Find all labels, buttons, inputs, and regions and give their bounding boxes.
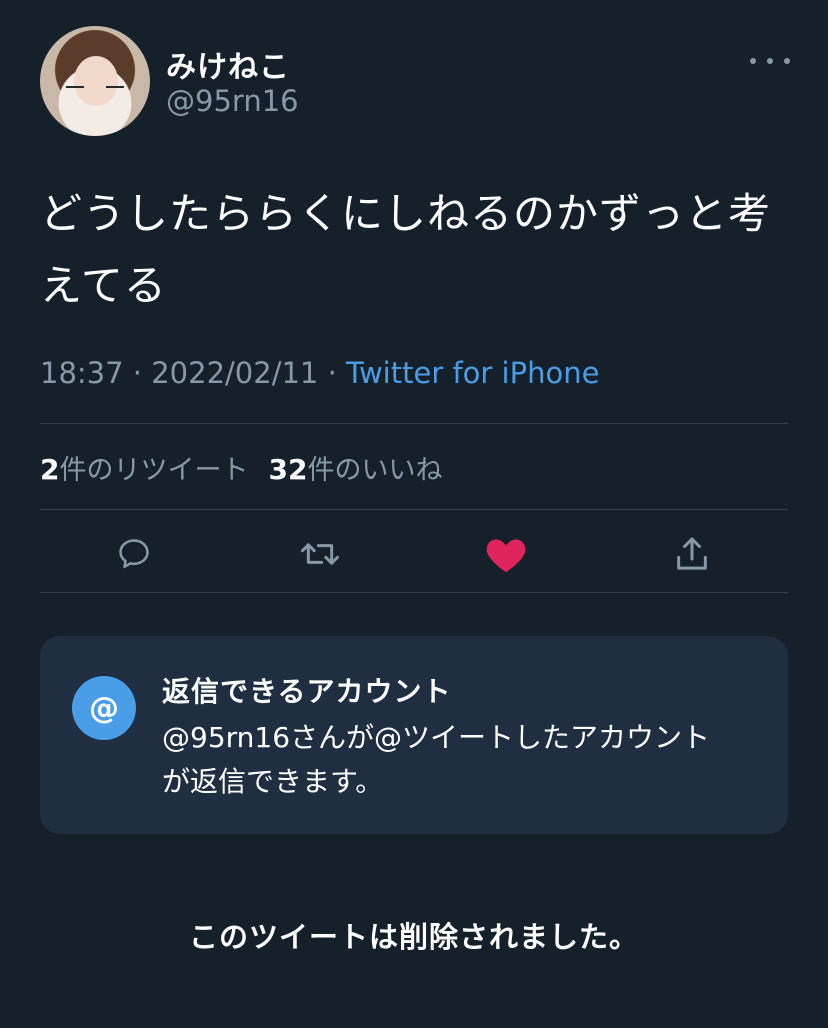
reply-restriction-line: @95rn16さんが@ツイートしたアカウント <box>162 721 711 754</box>
retweets-stat[interactable]: 2件のリツイート <box>40 453 249 486</box>
reply-button[interactable] <box>110 530 158 578</box>
avatar-whisker <box>66 86 84 88</box>
deleted-tweet-notice: このツイートは削除されました。 <box>188 920 639 954</box>
likes-count: 32 <box>268 453 308 486</box>
reply-restriction-line: が返信できます。 <box>162 765 384 798</box>
tweet-text-line: どうしたららくにしねるのかずっと考 <box>40 189 772 238</box>
tweet-text-line: えてる <box>40 261 167 310</box>
avatar[interactable] <box>40 26 150 136</box>
share-button[interactable] <box>668 530 716 578</box>
tweet-meta: 18:37 · 2022/02/11 · Twitter for iPhone <box>40 356 599 390</box>
avatar-whisker <box>106 86 124 88</box>
retweets-count: 2 <box>40 453 60 486</box>
retweets-label: 件のリツイート <box>59 455 249 486</box>
tweet-date: 2022/02/11 <box>151 356 319 390</box>
display-name[interactable]: みけねこ <box>166 42 290 86</box>
share-icon <box>677 537 707 570</box>
tweet-detail-screen: みけねこ @95rn16 どうしたららくにしねるのかずっと考 えてる 18:37 … <box>0 0 828 1028</box>
reply-restriction-description: @95rn16さんが@ツイートしたアカウント が返信できます。 <box>162 716 762 804</box>
reply-icon <box>119 539 149 569</box>
reply-restriction-card: @ 返信できるアカウント @95rn16さんが@ツイートしたアカウント が返信で… <box>40 636 788 834</box>
more-options-button[interactable] <box>748 48 792 74</box>
divider <box>40 509 788 510</box>
meta-separator: · <box>327 356 337 390</box>
like-button[interactable] <box>482 530 530 578</box>
more-dot-icon <box>767 58 773 64</box>
divider <box>40 592 788 593</box>
meta-separator: · <box>132 356 143 390</box>
retweet-icon <box>301 543 339 565</box>
divider <box>40 423 788 424</box>
user-handle[interactable]: @95rn16 <box>166 84 299 118</box>
tweet-stats: 2件のリツイート 32件のいいね <box>40 448 442 487</box>
reply-restriction-title: 返信できるアカウント <box>162 675 452 708</box>
at-sign-icon: @ <box>72 676 136 740</box>
retweet-button[interactable] <box>296 530 344 578</box>
avatar-face <box>74 56 118 106</box>
more-dot-icon <box>750 58 756 64</box>
heart-icon <box>486 539 526 573</box>
more-dot-icon <box>784 58 790 64</box>
likes-stat[interactable]: 32件のいいね <box>268 453 443 486</box>
likes-label: 件のいいね <box>307 455 443 486</box>
tweet-source-link[interactable]: Twitter for iPhone <box>346 356 599 390</box>
tweet-time: 18:37 <box>40 356 124 390</box>
tweet-text: どうしたららくにしねるのかずっと考 えてる <box>40 178 790 322</box>
